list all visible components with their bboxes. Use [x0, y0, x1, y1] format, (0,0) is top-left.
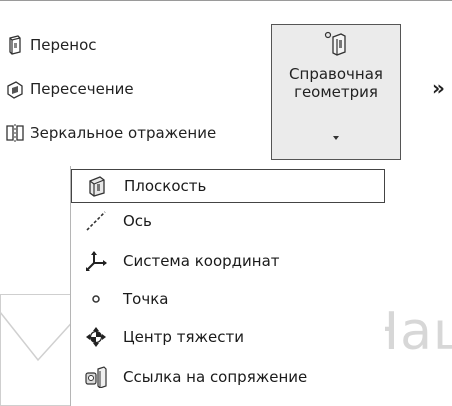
intersect-icon — [7, 81, 23, 99]
menu-item-plane[interactable]: Плоскость — [71, 169, 385, 203]
move-command[interactable]: Перенос — [4, 30, 97, 60]
coordinate-system-icon — [86, 251, 107, 271]
move-icon — [9, 35, 21, 55]
menu-item-mate-reference[interactable]: Ссылка на сопряжение — [71, 360, 385, 394]
axis-icon — [86, 211, 106, 231]
menu-item-label: Точка — [123, 290, 169, 308]
more-commands-button[interactable]: » — [432, 76, 445, 100]
reference-geometry-label: Справочная геометрия — [289, 65, 383, 101]
mirror-label: Зеркальное отражение — [30, 124, 217, 142]
intersect-command[interactable]: Пересечение — [4, 74, 134, 104]
menu-item-label: Система координат — [123, 252, 280, 270]
menu-item-label: Ось — [123, 212, 152, 230]
menu-item-label: Плоскость — [124, 177, 207, 195]
plane-icon — [89, 176, 105, 197]
ribbon-panel: Нац Перенос Пересечение Зеркальное отраж… — [0, 0, 452, 406]
mate-reference-icon — [85, 366, 107, 388]
dropdown-arrow-icon[interactable] — [328, 133, 344, 143]
menu-item-label: Ссылка на сопряжение — [123, 368, 308, 386]
point-icon — [92, 295, 100, 303]
menu-item-axis[interactable]: Ось — [71, 204, 385, 238]
mirror-command[interactable]: Зеркальное отражение — [4, 118, 216, 148]
menu-item-point[interactable]: Точка — [71, 282, 385, 316]
mirror-icon — [6, 124, 24, 142]
reference-geometry-button[interactable]: Справочная геометрия — [271, 24, 401, 160]
menu-item-coordinate-system[interactable]: Система координат — [71, 244, 385, 278]
ribbon-top-divider — [0, 0, 452, 1]
center-of-mass-icon — [86, 327, 106, 347]
move-label: Перенос — [30, 36, 97, 54]
reference-geometry-icon — [324, 31, 346, 56]
intersect-label: Пересечение — [30, 80, 134, 98]
menu-item-label: Центр тяжести — [123, 328, 244, 346]
menu-item-center-of-mass[interactable]: Центр тяжести — [71, 320, 385, 354]
reference-geometry-menu: Плоскость Ось Система координат Точка Це… — [70, 166, 385, 406]
